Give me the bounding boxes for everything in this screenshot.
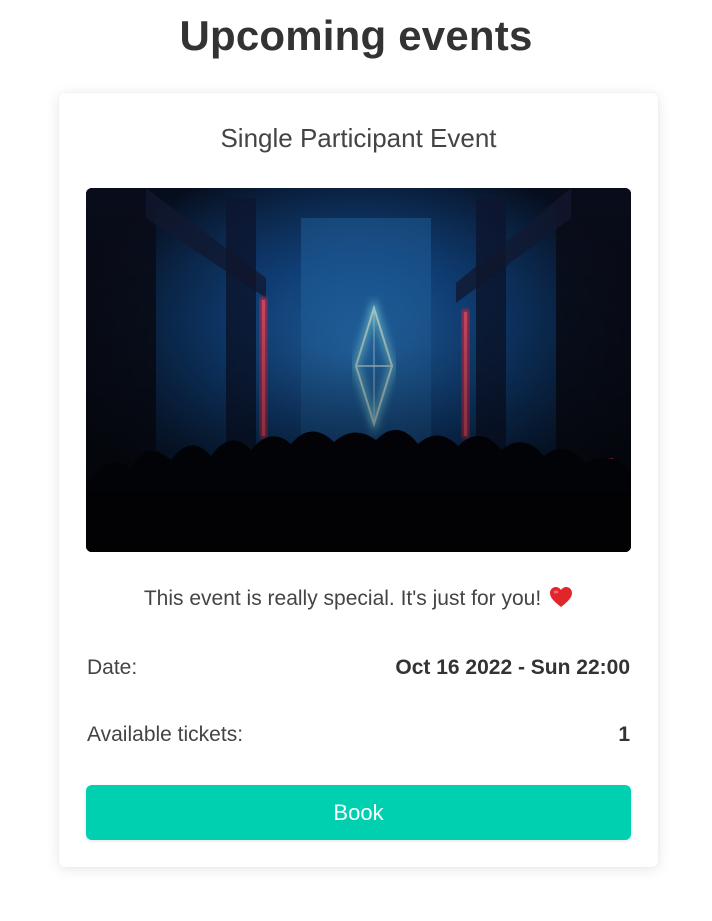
event-description: This event is really special. It's just …	[59, 586, 658, 614]
page: Upcoming events Single Participant Event	[0, 0, 712, 921]
page-title: Upcoming events	[179, 12, 533, 59]
date-value: Oct 16 2022 - Sun 22:00	[395, 656, 630, 679]
date-row: Date: Oct 16 2022 - Sun 22:00	[87, 653, 630, 683]
description-text: This event is really special. It's just …	[143, 587, 542, 610]
tickets-label: Available tickets:	[87, 723, 244, 746]
tickets-row: Available tickets: 1	[87, 720, 630, 750]
red-heart-icon	[549, 586, 573, 614]
event-image	[86, 188, 631, 552]
date-label: Date:	[87, 656, 138, 679]
book-button[interactable]: Book	[86, 785, 631, 840]
event-card: Single Participant Event This event is r…	[59, 93, 658, 867]
event-title: Single Participant Event	[220, 123, 497, 153]
tickets-value: 1	[618, 723, 630, 746]
